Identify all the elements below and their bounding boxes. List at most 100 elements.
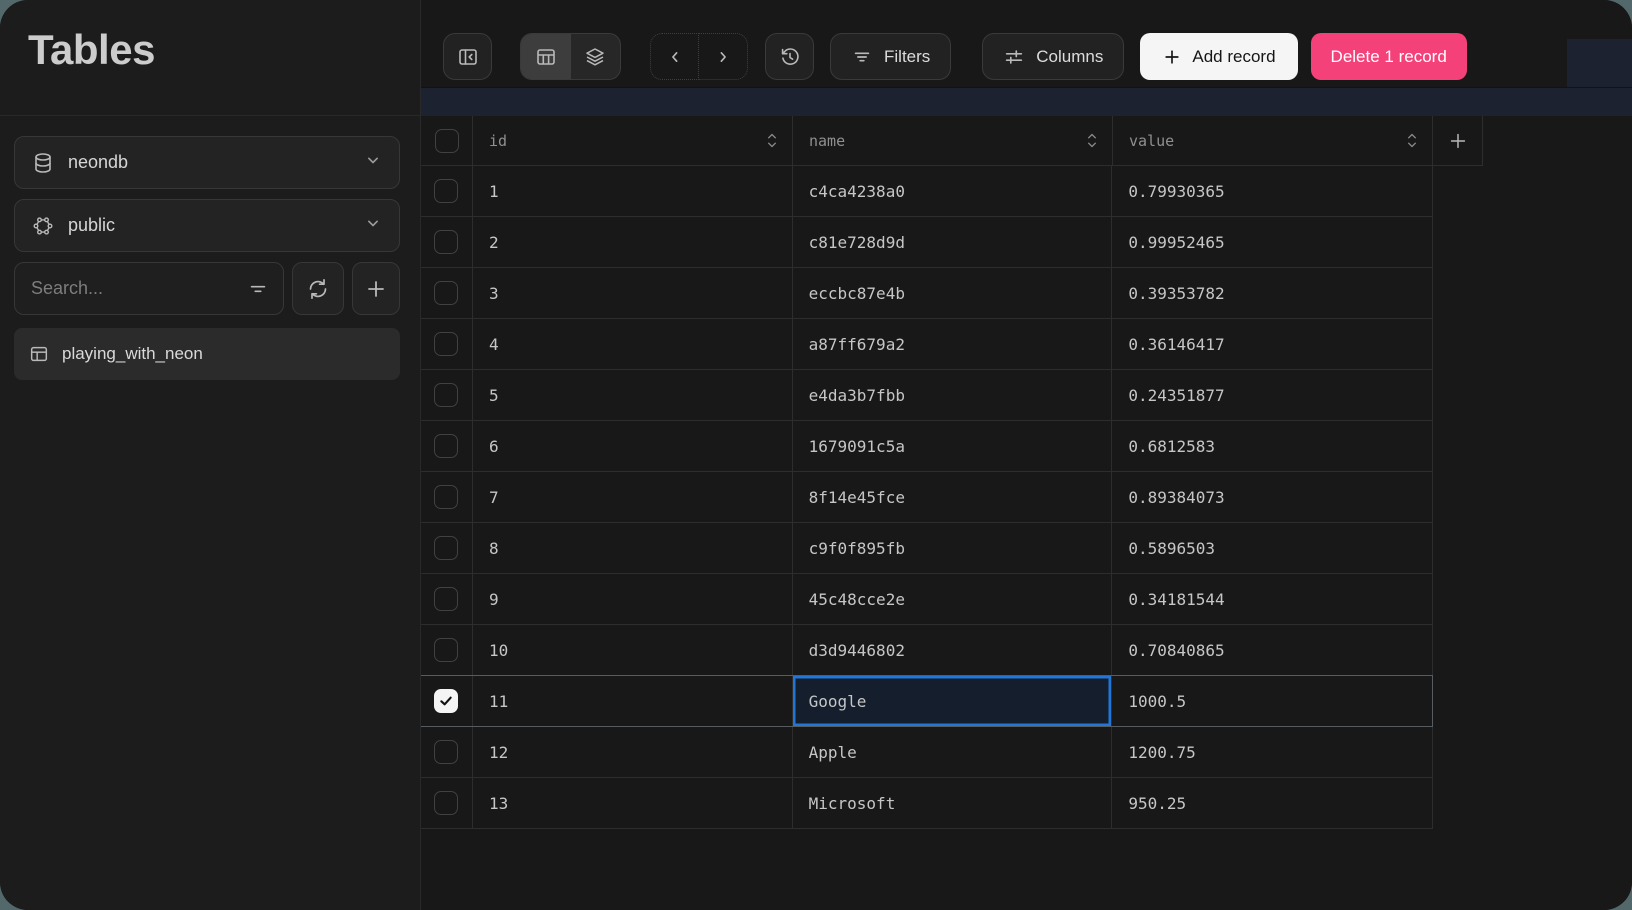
cell-value[interactable]: 950.25 (1112, 778, 1432, 828)
sort-icon[interactable] (764, 131, 780, 150)
row-checkbox[interactable] (434, 485, 458, 509)
table-row: 3 eccbc87e4b 0.39353782 (421, 268, 1433, 319)
app-window: Tables neondb (0, 0, 1632, 910)
cell-id[interactable]: 3 (473, 268, 793, 318)
sort-icon[interactable] (1404, 131, 1420, 150)
redo-forward-button[interactable] (699, 33, 748, 80)
refresh-button[interactable] (292, 262, 344, 315)
schema-select[interactable]: public (14, 199, 400, 252)
add-column-button[interactable] (1433, 116, 1483, 166)
history-clock-icon (778, 45, 802, 69)
cell-id[interactable]: 11 (473, 676, 793, 726)
cell-name[interactable]: 45c48cce2e (793, 574, 1113, 624)
table-row: 1 c4ca4238a0 0.79930365 (421, 166, 1433, 217)
cell-value[interactable]: 0.34181544 (1112, 574, 1432, 624)
cell-name[interactable]: 8f14e45fce (793, 472, 1113, 522)
navy-corner-panel (1567, 39, 1632, 87)
cell-name[interactable]: a87ff679a2 (793, 319, 1113, 369)
cell-value[interactable]: 0.6812583 (1112, 421, 1432, 471)
cell-value[interactable]: 1200.75 (1112, 727, 1432, 777)
row-checkbox[interactable] (434, 689, 458, 713)
row-checkbox[interactable] (434, 791, 458, 815)
sort-icon[interactable] (1084, 131, 1100, 150)
row-checkbox[interactable] (434, 383, 458, 407)
table-row: 11 Google 1000.5 (421, 676, 1433, 727)
cell-id[interactable]: 12 (473, 727, 793, 777)
add-table-button[interactable] (352, 262, 400, 315)
cell-value[interactable]: 0.24351877 (1112, 370, 1432, 420)
column-header-id[interactable]: id (473, 116, 793, 166)
page-title: Tables (28, 26, 420, 74)
cell-id[interactable]: 4 (473, 319, 793, 369)
column-header-name[interactable]: name (793, 116, 1113, 166)
cell-id[interactable]: 1 (473, 166, 793, 216)
cell-value[interactable]: 0.36146417 (1112, 319, 1432, 369)
table-row: 7 8f14e45fce 0.89384073 (421, 472, 1433, 523)
row-checkbox[interactable] (434, 281, 458, 305)
row-select-cell (421, 625, 473, 675)
main-area: Filters Columns Add record (421, 0, 1632, 910)
cell-value[interactable]: 0.89384073 (1112, 472, 1432, 522)
row-select-cell (421, 268, 473, 318)
row-select-cell (421, 676, 473, 726)
layers-view-option[interactable] (571, 34, 621, 79)
cell-name[interactable]: d3d9446802 (793, 625, 1113, 675)
table-row: 10 d3d9446802 0.70840865 (421, 625, 1433, 676)
row-checkbox[interactable] (434, 179, 458, 203)
cell-id[interactable]: 13 (473, 778, 793, 828)
layers-icon (583, 45, 607, 69)
column-header-value[interactable]: value (1113, 116, 1433, 166)
cell-value[interactable]: 0.79930365 (1112, 166, 1432, 216)
cell-value[interactable]: 0.39353782 (1112, 268, 1432, 318)
sidebar: Tables neondb (0, 0, 421, 910)
cell-id[interactable]: 7 (473, 472, 793, 522)
row-checkbox[interactable] (434, 740, 458, 764)
cell-name[interactable]: c4ca4238a0 (793, 166, 1113, 216)
search-input[interactable]: Search... (14, 262, 284, 315)
cell-name[interactable]: Apple (793, 727, 1113, 777)
row-checkbox[interactable] (434, 434, 458, 458)
history-nav-group (650, 33, 748, 80)
cell-name[interactable]: eccbc87e4b (793, 268, 1113, 318)
chevron-down-icon (363, 150, 383, 175)
cell-value[interactable]: 0.99952465 (1112, 217, 1432, 267)
row-checkbox[interactable] (434, 536, 458, 560)
filter-lines-icon (247, 278, 269, 300)
cell-id[interactable]: 8 (473, 523, 793, 573)
cell-value[interactable]: 0.5896503 (1112, 523, 1432, 573)
cell-name[interactable]: c9f0f895fb (793, 523, 1113, 573)
cell-id[interactable]: 5 (473, 370, 793, 420)
add-record-label: Add record (1192, 47, 1275, 67)
cell-name[interactable]: Google (793, 676, 1113, 726)
history-button[interactable] (765, 33, 814, 80)
cell-id[interactable]: 10 (473, 625, 793, 675)
database-select[interactable]: neondb (14, 136, 400, 189)
delete-record-button[interactable]: Delete 1 record (1311, 33, 1467, 80)
cell-value[interactable]: 0.70840865 (1112, 625, 1432, 675)
row-select-cell (421, 778, 473, 828)
undo-back-button[interactable] (650, 33, 699, 80)
cell-value[interactable]: 1000.5 (1112, 676, 1432, 726)
select-all-checkbox[interactable] (435, 129, 459, 153)
cell-id[interactable]: 9 (473, 574, 793, 624)
row-checkbox[interactable] (434, 230, 458, 254)
cell-id[interactable]: 6 (473, 421, 793, 471)
grid-view-icon (534, 45, 558, 69)
table-view-option[interactable] (521, 34, 571, 79)
row-select-cell (421, 574, 473, 624)
row-checkbox[interactable] (434, 332, 458, 356)
row-checkbox[interactable] (434, 638, 458, 662)
cell-name[interactable]: Microsoft (793, 778, 1113, 828)
schema-icon (31, 214, 55, 238)
collapse-sidebar-button[interactable] (443, 33, 492, 80)
add-record-button[interactable]: Add record (1140, 33, 1297, 80)
row-checkbox[interactable] (434, 587, 458, 611)
filters-button-label: Filters (884, 47, 930, 67)
sidebar-item-playing-with-neon[interactable]: playing_with_neon (14, 328, 400, 380)
filters-button[interactable]: Filters (830, 33, 951, 80)
columns-button[interactable]: Columns (982, 33, 1124, 80)
cell-name[interactable]: 1679091c5a (793, 421, 1113, 471)
cell-name[interactable]: c81e728d9d (793, 217, 1113, 267)
cell-id[interactable]: 2 (473, 217, 793, 267)
cell-name[interactable]: e4da3b7fbb (793, 370, 1113, 420)
